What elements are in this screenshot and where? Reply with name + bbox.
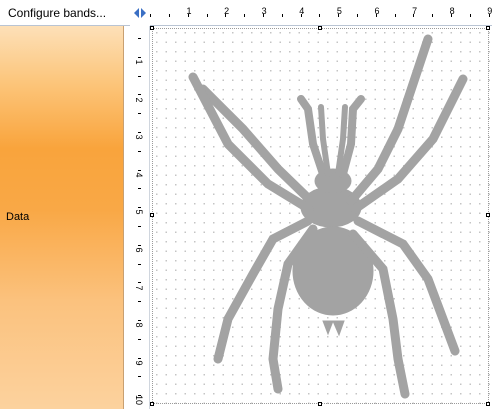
horizontal-ruler: 1 2 3 4 5 6 7 8 9 [150,0,492,26]
band-name-label: Data [6,211,30,223]
resize-handle-bottom[interactable] [318,402,322,406]
resize-handle-left[interactable] [150,213,154,217]
ruler-number: 5 [134,209,144,215]
ruler-tick [138,75,141,77]
ruler-tick [469,14,471,17]
ruler-tick [281,14,283,17]
ruler-tick [138,150,141,152]
resize-handle-top-right[interactable] [486,26,490,30]
ruler-number: 3 [261,6,267,16]
ruler-tick [138,263,141,265]
picture-object[interactable] [152,28,489,404]
ruler-tick [244,14,246,17]
ruler-tick [206,14,208,17]
ruler-tick [150,14,152,17]
ruler-number: 2 [224,6,230,16]
ruler-number: 1 [134,59,144,65]
resize-handle-top[interactable] [318,26,322,30]
ruler-number: 1 [186,6,192,16]
ruler-number: 2 [134,97,144,103]
ruler-tick [138,188,141,190]
ruler-number: 8 [134,322,144,328]
ruler-tick [138,376,141,378]
data-band[interactable]: Data [0,26,124,409]
ruler-tick [138,226,141,227]
ruler-number: 7 [134,285,144,291]
configure-bands-label[interactable]: Configure bands... [8,6,106,20]
ruler-tick [138,338,141,340]
ruler-number: 6 [134,247,144,253]
ruler-tick [319,14,321,17]
report-design-canvas[interactable] [150,26,492,409]
configure-bands-header[interactable]: Configure bands... [0,0,130,26]
ruler-number: 7 [412,6,418,16]
ruler-number: 5 [336,6,342,16]
collapse-band-toggle[interactable] [130,0,150,26]
ruler-number: 4 [134,172,144,178]
resize-handle-top-left[interactable] [150,26,154,30]
resize-handle-right[interactable] [486,213,490,217]
tarantula-picture [188,34,468,399]
ruler-tick [394,14,396,17]
ruler-tick [357,14,358,17]
ruler-number: 4 [299,6,305,16]
ruler-number: 8 [449,6,455,16]
resize-handle-bottom-right[interactable] [486,402,490,406]
ruler-number: 6 [374,6,380,16]
vertical-ruler: 1 2 3 4 5 6 7 8 9 10 [130,26,150,409]
ruler-number: 10 [134,395,144,406]
resize-handle-bottom-left[interactable] [150,402,154,406]
ruler-tick [138,113,141,115]
ruler-number: 3 [134,134,144,140]
ruler-number: 9 [134,360,144,366]
ruler-tick [169,14,170,17]
ruler-tick [432,14,434,17]
ruler-tick [138,301,141,303]
ruler-number: 9 [487,6,492,16]
ruler-tick [138,38,141,39]
collapse-arrows-icon [134,8,146,18]
